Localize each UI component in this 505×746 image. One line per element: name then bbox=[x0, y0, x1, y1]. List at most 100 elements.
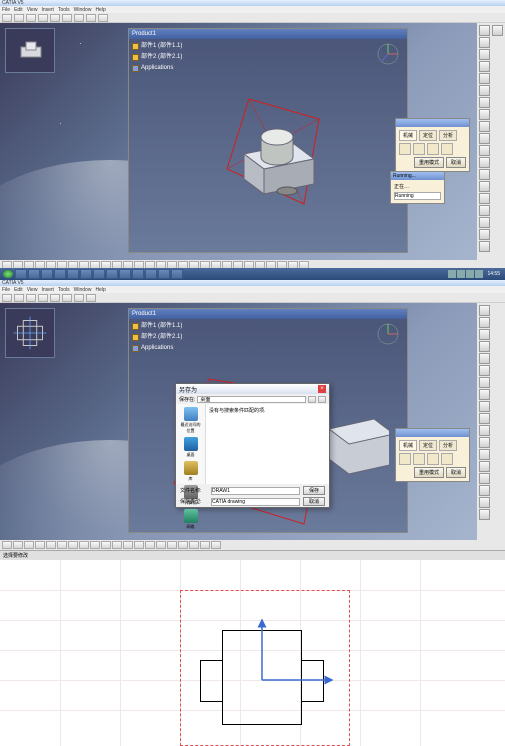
btool2-19[interactable] bbox=[200, 541, 210, 549]
tool2-7[interactable] bbox=[74, 294, 84, 302]
tool2-3[interactable] bbox=[26, 294, 36, 302]
tool2-2[interactable] bbox=[14, 294, 24, 302]
nav-up-icon[interactable] bbox=[318, 396, 326, 403]
rtool-8[interactable] bbox=[479, 109, 490, 120]
cancel-button[interactable]: 取消 bbox=[446, 157, 466, 168]
filetype-select[interactable] bbox=[211, 498, 300, 506]
tool2-6[interactable] bbox=[62, 294, 72, 302]
task-app-2[interactable] bbox=[28, 269, 40, 279]
tab-mechanical[interactable]: 机械 bbox=[399, 130, 417, 141]
btool2-14[interactable] bbox=[145, 541, 155, 549]
cancel-button-2[interactable]: 取消 bbox=[303, 497, 325, 506]
rtool2-12[interactable] bbox=[479, 437, 490, 448]
task-app-13[interactable] bbox=[171, 269, 183, 279]
tab-analysis-2[interactable]: 分析 bbox=[439, 440, 457, 451]
task-app-9[interactable] bbox=[119, 269, 131, 279]
menu-view-2[interactable]: View bbox=[27, 287, 38, 293]
menu-edit-2[interactable]: Edit bbox=[14, 287, 23, 293]
menu-insert[interactable]: Insert bbox=[41, 7, 54, 13]
panel1-title-2[interactable] bbox=[396, 429, 469, 437]
file-list[interactable]: 没有与搜索条件匹配的项. bbox=[206, 404, 329, 484]
task-app-5[interactable] bbox=[67, 269, 79, 279]
option-icon-4[interactable] bbox=[441, 143, 453, 155]
btool2-4[interactable] bbox=[35, 541, 45, 549]
rtool2-7[interactable] bbox=[479, 377, 490, 388]
tree-item-2[interactable]: 部件2 (部件2.1) bbox=[132, 52, 182, 62]
tray-icon-2[interactable] bbox=[457, 270, 465, 278]
btool2-17[interactable] bbox=[178, 541, 188, 549]
task-app-11[interactable] bbox=[145, 269, 157, 279]
rtool-4[interactable] bbox=[479, 61, 490, 72]
tool-new[interactable] bbox=[2, 14, 12, 22]
part-3d-model[interactable] bbox=[219, 89, 339, 209]
rtool2-9[interactable] bbox=[479, 401, 490, 412]
btool2-16[interactable] bbox=[167, 541, 177, 549]
btool2-13[interactable] bbox=[134, 541, 144, 549]
option-icon-3[interactable] bbox=[427, 143, 439, 155]
menu-tools-2[interactable]: Tools bbox=[58, 287, 70, 293]
tool2-1[interactable] bbox=[2, 294, 12, 302]
rtool-13[interactable] bbox=[479, 169, 490, 180]
dialog-titlebar[interactable]: 另存为 × bbox=[176, 384, 329, 394]
btool2-20[interactable] bbox=[211, 541, 221, 549]
savein-dropdown[interactable] bbox=[197, 396, 306, 403]
task-app-4[interactable] bbox=[54, 269, 66, 279]
rtool-3[interactable] bbox=[479, 49, 490, 60]
thumbnail-panel-2[interactable] bbox=[5, 308, 55, 358]
running-input[interactable] bbox=[394, 192, 441, 200]
task-app-12[interactable] bbox=[158, 269, 170, 279]
tool-redo[interactable] bbox=[98, 14, 108, 22]
start-button[interactable] bbox=[2, 269, 14, 279]
tray-icon-1[interactable] bbox=[448, 270, 456, 278]
rtool2-8[interactable] bbox=[479, 389, 490, 400]
option-icon-1[interactable] bbox=[399, 143, 411, 155]
rtool2-16[interactable] bbox=[479, 485, 490, 496]
reuse-button[interactable]: 重用模式 bbox=[414, 157, 444, 168]
rtool2-13[interactable] bbox=[479, 449, 490, 460]
compass-icon[interactable] bbox=[375, 41, 401, 67]
btool2-2[interactable] bbox=[13, 541, 23, 549]
rtool-2[interactable] bbox=[479, 37, 490, 48]
tray-icon-3[interactable] bbox=[466, 270, 474, 278]
tray-icon-4[interactable] bbox=[475, 270, 483, 278]
tool2-5[interactable] bbox=[50, 294, 60, 302]
place-libraries[interactable]: 库 bbox=[181, 461, 201, 482]
tree-item-3[interactable]: Applications bbox=[132, 63, 182, 73]
tool-save[interactable] bbox=[26, 14, 36, 22]
task-app-3[interactable] bbox=[41, 269, 53, 279]
menu-edit[interactable]: Edit bbox=[14, 7, 23, 13]
rtool-17[interactable] bbox=[479, 217, 490, 228]
rtool-1[interactable] bbox=[479, 25, 490, 36]
tree-item-1[interactable]: 部件1 (部件1.1) bbox=[132, 41, 182, 51]
rtool-18[interactable] bbox=[479, 229, 490, 240]
close-icon[interactable]: × bbox=[318, 385, 326, 393]
rtool2-5[interactable] bbox=[479, 353, 490, 364]
option-icon-2[interactable] bbox=[413, 143, 425, 155]
tree-item-1b[interactable]: 部件1 (部件1.1) bbox=[132, 321, 182, 331]
tool2-8[interactable] bbox=[86, 294, 96, 302]
thumbnail-panel[interactable] bbox=[5, 28, 55, 73]
rtool2-11[interactable] bbox=[479, 425, 490, 436]
menu-view[interactable]: View bbox=[27, 7, 38, 13]
btool2-7[interactable] bbox=[68, 541, 78, 549]
menu-file[interactable]: File bbox=[2, 7, 10, 13]
task-app-10[interactable] bbox=[132, 269, 144, 279]
rtool-11[interactable] bbox=[479, 145, 490, 156]
tool-paste[interactable] bbox=[74, 14, 84, 22]
tab-position-2[interactable]: 定位 bbox=[419, 440, 437, 451]
rtool2-15[interactable] bbox=[479, 473, 490, 484]
reuse-button-2[interactable]: 重用模式 bbox=[414, 467, 444, 478]
tab-position[interactable]: 定位 bbox=[419, 130, 437, 141]
tab-analysis[interactable]: 分析 bbox=[439, 130, 457, 141]
tool-print[interactable] bbox=[38, 14, 48, 22]
rtool-20[interactable] bbox=[492, 25, 503, 36]
tool2-4[interactable] bbox=[38, 294, 48, 302]
btool2-10[interactable] bbox=[101, 541, 111, 549]
btool2-5[interactable] bbox=[46, 541, 56, 549]
menu-help[interactable]: Help bbox=[95, 7, 105, 13]
cancel-button-3[interactable]: 取消 bbox=[446, 467, 466, 478]
menu-file-2[interactable]: File bbox=[2, 287, 10, 293]
panel2-title[interactable]: Running... bbox=[391, 172, 444, 180]
task-app-7[interactable] bbox=[93, 269, 105, 279]
filename-input[interactable] bbox=[211, 487, 300, 495]
